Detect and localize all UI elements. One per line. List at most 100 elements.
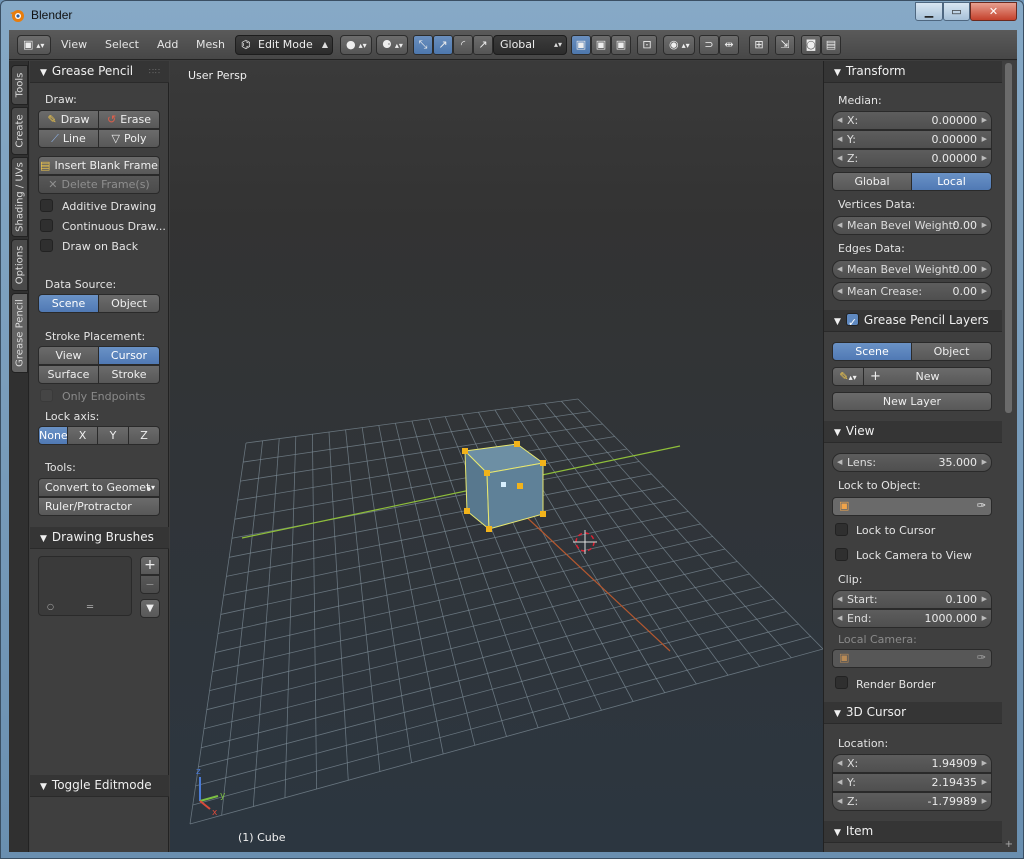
edge-select-button[interactable]: ▣	[591, 35, 611, 55]
decrement-arrow-icon[interactable]: ◀	[837, 454, 842, 471]
line-button[interactable]: ⟋ Line	[38, 129, 99, 148]
editor-type-button[interactable]: ▣ ▴▾	[17, 35, 51, 55]
decrement-arrow-icon[interactable]: ◀	[837, 591, 842, 608]
draw-button[interactable]: ✎ Draw	[38, 110, 99, 129]
rotate-manipulator[interactable]: ◜	[453, 35, 473, 55]
layers-scene-button[interactable]: Scene	[832, 342, 912, 361]
grease-pencil-layers-panel-header[interactable]: ▼ Grease Pencil Layers	[824, 310, 1002, 333]
minimize-button[interactable]: ▁	[915, 2, 943, 21]
edge-mean-bevel-weight-field[interactable]: ◀ Mean Bevel Weight: 0.00 ▶	[832, 260, 992, 279]
mode-dropdown[interactable]: ⌬ Edit Mode ▲	[235, 35, 333, 55]
grease-pencil-panel-header[interactable]: ▼ Grease Pencil ∷∷	[30, 61, 169, 83]
poly-button[interactable]: ▽ Poly	[98, 129, 160, 148]
view-panel-header[interactable]: ▼ View	[824, 421, 1002, 443]
snap-target-button[interactable]: ⊞	[749, 35, 769, 55]
convert-to-geometry-dropdown[interactable]: Convert to Geomet ▴▾	[38, 478, 160, 497]
only-endpoints-checkbox[interactable]	[40, 389, 53, 402]
median-x-field[interactable]: ◀ X: 0.00000 ▶	[832, 111, 992, 130]
layer-browse-button[interactable]: ✎▴▾	[832, 367, 864, 386]
local-camera-field[interactable]: ▣ ✑	[832, 649, 992, 668]
increment-arrow-icon[interactable]: ▶	[982, 131, 987, 148]
placement-stroke-button[interactable]: Stroke	[98, 365, 160, 384]
lock-axis-z-button[interactable]: Z	[128, 426, 160, 445]
lock-to-cursor-checkbox[interactable]	[835, 523, 848, 536]
title-bar[interactable]: Blender ▁ ▭ ✕	[1, 1, 1023, 29]
transform-panel-header[interactable]: ▼ Transform	[824, 61, 1002, 83]
camera-render-button[interactable]: ◙	[801, 35, 821, 55]
additive-drawing-checkbox[interactable]	[40, 199, 53, 212]
item-panel-header[interactable]: ▼ Item	[824, 821, 1002, 843]
manipulator-toggle[interactable]: ⤡	[413, 35, 433, 55]
tab-create[interactable]: Create	[11, 107, 28, 155]
increment-arrow-icon[interactable]: ▶	[982, 150, 987, 167]
remove-brush-button[interactable]: −	[140, 575, 160, 594]
increment-arrow-icon[interactable]: ▶	[982, 774, 987, 791]
add-brush-button[interactable]: +	[140, 556, 160, 575]
new-layer-button[interactable]: New Layer	[832, 392, 992, 411]
brush-list[interactable]: ○ ═	[38, 556, 132, 616]
menu-add[interactable]: Add	[157, 38, 178, 51]
cursor-x-field[interactable]: ◀ X: 1.94909 ▶	[832, 754, 992, 773]
scale-manipulator[interactable]: ↗	[473, 35, 493, 55]
increment-arrow-icon[interactable]: ▶	[982, 610, 987, 627]
increment-arrow-icon[interactable]: ▶	[982, 261, 987, 278]
continuous-drawing-checkbox[interactable]	[40, 219, 53, 232]
brush-specials-button[interactable]: ▼	[140, 599, 160, 618]
eyedropper-icon[interactable]: ✑	[977, 499, 986, 512]
delete-frames-button[interactable]: ✕ Delete Frame(s)	[38, 175, 160, 194]
increment-arrow-icon[interactable]: ▶	[982, 454, 987, 471]
median-global-button[interactable]: Global	[832, 172, 912, 191]
close-button[interactable]: ✕	[970, 2, 1017, 21]
decrement-arrow-icon[interactable]: ◀	[837, 261, 842, 278]
grease-pencil-layers-checkbox[interactable]	[845, 312, 859, 333]
eyedropper-icon[interactable]: ✑	[977, 651, 986, 664]
face-select-button[interactable]: ▣	[611, 35, 631, 55]
region-resize-icon[interactable]: +	[1005, 839, 1013, 850]
tab-tools[interactable]: Tools	[11, 65, 28, 105]
increment-arrow-icon[interactable]: ▶	[982, 793, 987, 810]
erase-button[interactable]: ↺ Erase	[98, 110, 160, 129]
3d-viewport[interactable]: z yx User Persp (1) Cube	[170, 61, 823, 852]
limit-selection-button[interactable]: ⊡	[637, 35, 657, 55]
mean-crease-field[interactable]: ◀ Mean Crease: 0.00 ▶	[832, 282, 992, 301]
new-grease-pencil-button[interactable]: + New	[863, 367, 992, 386]
ruler-protractor-button[interactable]: Ruler/Protractor	[38, 497, 160, 516]
increment-arrow-icon[interactable]: ▶	[982, 217, 987, 234]
decrement-arrow-icon[interactable]: ◀	[837, 610, 842, 627]
render-border-checkbox[interactable]	[835, 676, 848, 689]
resize-handle-icon[interactable]: ○	[47, 602, 54, 611]
lens-field[interactable]: ◀ Lens: 35.000 ▶	[832, 453, 992, 472]
tab-options[interactable]: Options	[11, 239, 28, 291]
translate-manipulator[interactable]: ↗	[433, 35, 453, 55]
menu-mesh[interactable]: Mesh	[196, 38, 225, 51]
tab-grease-pencil[interactable]: Grease Pencil	[11, 293, 28, 373]
drag-grip-icon[interactable]: ∷∷	[149, 61, 161, 82]
toggle-editmode-panel-header[interactable]: ▼ Toggle Editmode	[30, 775, 169, 797]
placement-surface-button[interactable]: Surface	[38, 365, 99, 384]
increment-arrow-icon[interactable]: ▶	[982, 283, 987, 300]
menu-view[interactable]: View	[61, 38, 87, 51]
data-source-object-button[interactable]: Object	[98, 294, 160, 313]
decrement-arrow-icon[interactable]: ◀	[837, 112, 842, 129]
snap-toggle[interactable]: ⊃	[699, 35, 719, 55]
viewport-canvas[interactable]: z yx	[170, 61, 823, 852]
decrement-arrow-icon[interactable]: ◀	[837, 283, 842, 300]
clip-end-field[interactable]: ◀ End: 1000.000 ▶	[832, 609, 992, 628]
cursor-y-field[interactable]: ◀ Y: 2.19435 ▶	[832, 773, 992, 792]
decrement-arrow-icon[interactable]: ◀	[837, 217, 842, 234]
orientation-dropdown[interactable]: Global ▴▾	[493, 35, 567, 55]
lock-axis-none-button[interactable]: None	[38, 426, 68, 445]
decrement-arrow-icon[interactable]: ◀	[837, 755, 842, 772]
lock-axis-y-button[interactable]: Y	[97, 426, 129, 445]
list-grip-icon[interactable]: ═	[87, 602, 93, 613]
vertex-mean-bevel-weight-field[interactable]: ◀ Mean Bevel Weight: 0.00 ▶	[832, 216, 992, 235]
decrement-arrow-icon[interactable]: ◀	[837, 131, 842, 148]
shading-button[interactable]: ● ▴▾	[340, 35, 372, 55]
increment-arrow-icon[interactable]: ▶	[982, 591, 987, 608]
increment-arrow-icon[interactable]: ▶	[982, 755, 987, 772]
vertex-select-button[interactable]: ▣	[571, 35, 591, 55]
median-y-field[interactable]: ◀ Y: 0.00000 ▶	[832, 130, 992, 149]
decrement-arrow-icon[interactable]: ◀	[837, 793, 842, 810]
lock-camera-to-view-checkbox[interactable]	[835, 548, 848, 561]
decrement-arrow-icon[interactable]: ◀	[837, 774, 842, 791]
